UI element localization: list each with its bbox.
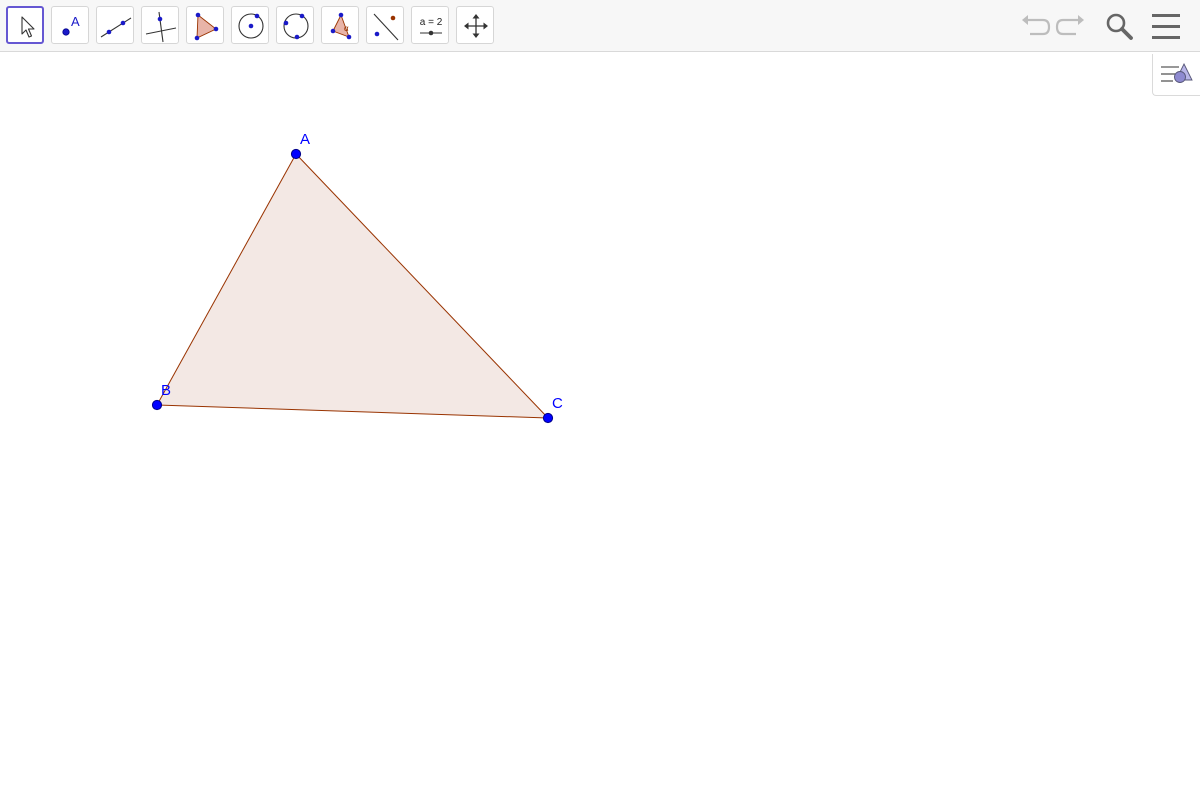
circle-center-point-icon [238, 13, 264, 39]
reflect-about-line-tool-button[interactable] [366, 6, 404, 44]
undo-icon [1022, 15, 1051, 36]
point-icon: A [62, 14, 80, 36]
line-icon [100, 17, 132, 38]
move-graphics-view-tool-button[interactable] [456, 6, 494, 44]
angle-tool-button[interactable]: α [321, 6, 359, 44]
circle-three-points-tool-button[interactable] [276, 6, 314, 44]
perpendicular-line-tool-button[interactable] [141, 6, 179, 44]
point-icon-label: A [71, 14, 80, 29]
point-C[interactable] [542, 412, 554, 424]
circle-three-points-icon [283, 13, 309, 40]
slider-icon: a = 2 [420, 17, 443, 36]
polygon-t1[interactable] [157, 154, 548, 418]
slider-tool-button[interactable]: a = 2 [411, 6, 449, 44]
search-icon [1106, 13, 1133, 40]
point-B[interactable] [151, 399, 163, 411]
point-label-B: B [161, 382, 171, 399]
slider-icon-label: a = 2 [420, 17, 443, 28]
point-tool-button[interactable]: A [51, 6, 89, 44]
polygon-icon [194, 12, 219, 41]
graphics-view[interactable]: A B C [0, 53, 1200, 800]
point-A[interactable] [290, 148, 302, 160]
angle-icon: α [330, 12, 352, 40]
reflect-about-line-icon [373, 13, 399, 41]
redo-icon [1055, 15, 1084, 36]
move-graphics-view-icon [464, 14, 488, 38]
angle-icon-label: α [344, 24, 349, 33]
polygon-tool-button[interactable] [186, 6, 224, 44]
redo-button[interactable] [1054, 8, 1088, 44]
circle-center-point-tool-button[interactable] [231, 6, 269, 44]
toolbar: A α a = 2 [0, 0, 1200, 52]
move-pointer-icon [21, 16, 35, 38]
point-label-C: C [552, 395, 563, 412]
search-button[interactable] [1101, 8, 1135, 44]
move-tool-button[interactable] [6, 6, 44, 44]
main-menu-button[interactable] [1149, 8, 1183, 44]
perpendicular-line-icon [145, 11, 177, 43]
menu-icon [1152, 14, 1180, 39]
undo-button[interactable] [1018, 8, 1052, 44]
line-tool-button[interactable] [96, 6, 134, 44]
point-label-A: A [300, 131, 310, 148]
